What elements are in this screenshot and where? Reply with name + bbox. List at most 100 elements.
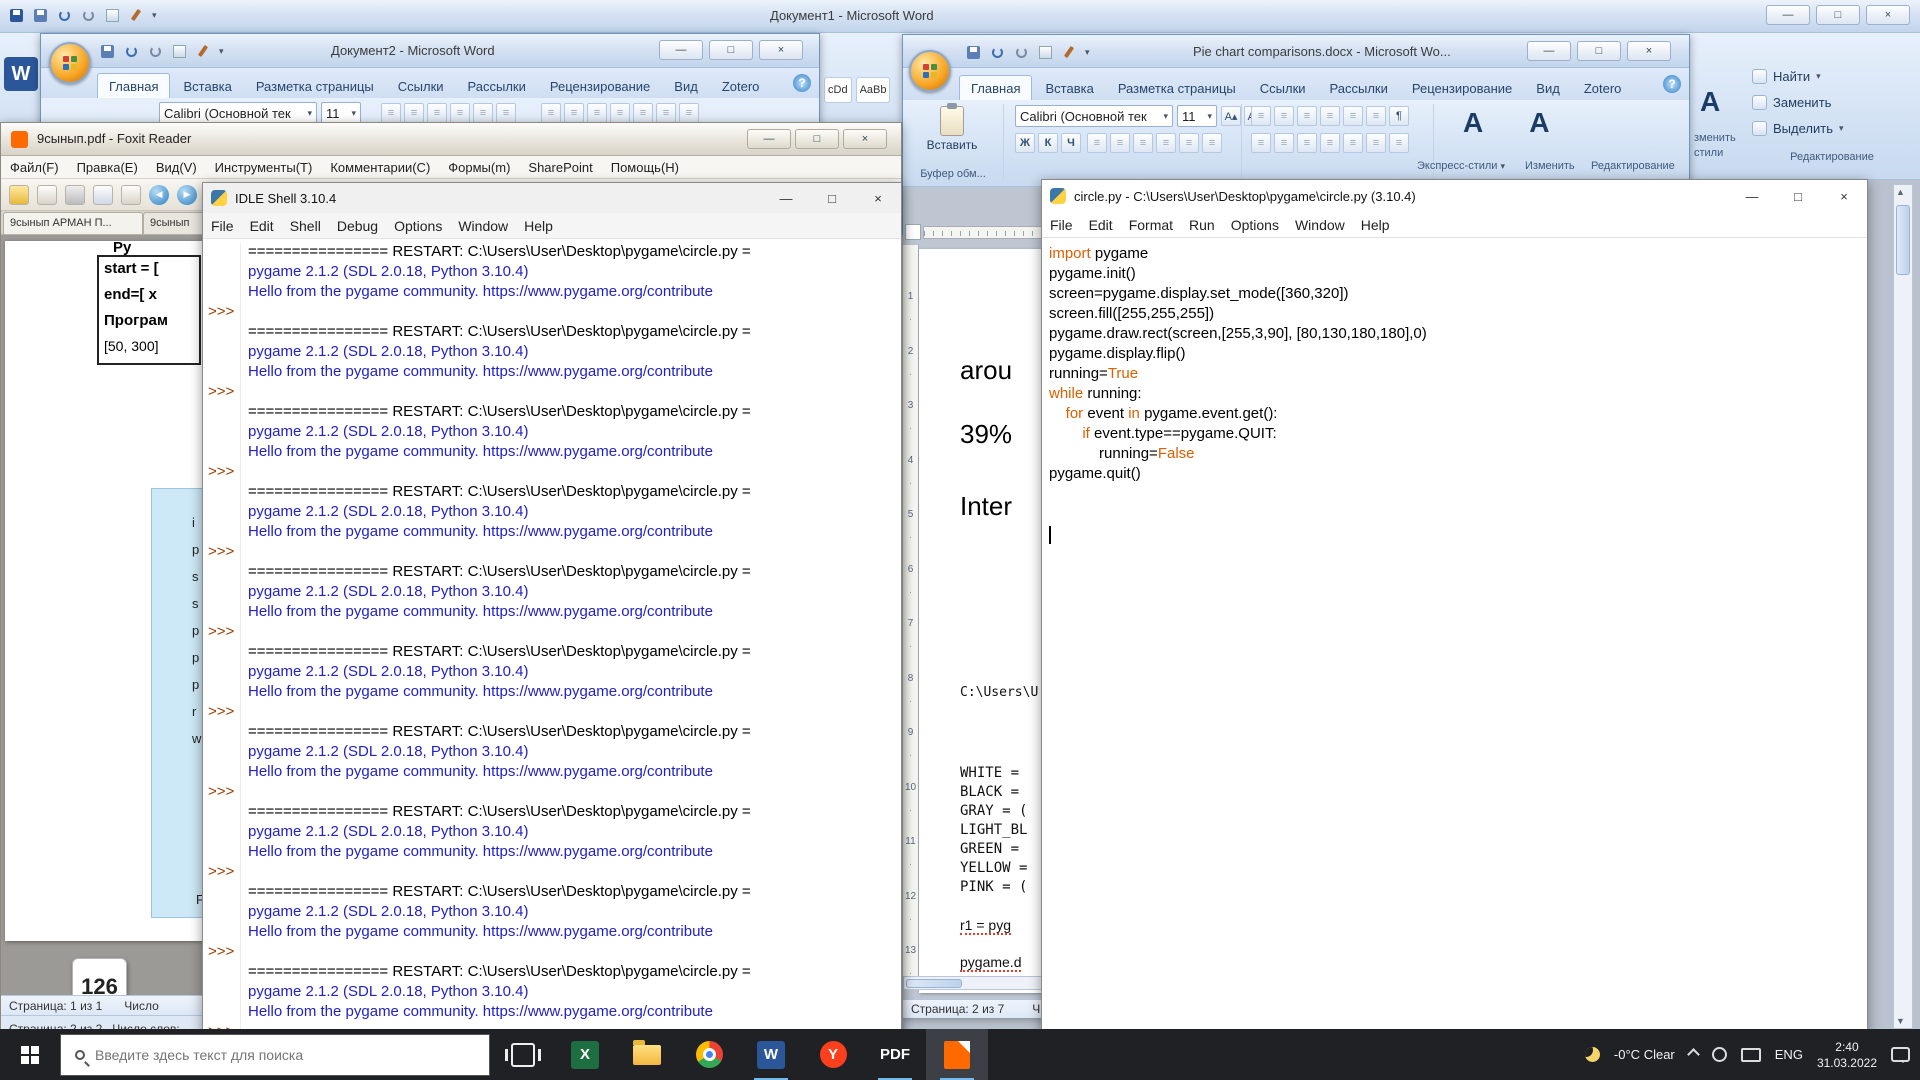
taskbar-task-view[interactable] <box>492 1029 554 1080</box>
menu-item[interactable]: Edit <box>1081 214 1121 236</box>
borders-icon[interactable] <box>679 103 699 123</box>
office-button[interactable] <box>49 42 91 84</box>
help-icon[interactable]: ? <box>793 74 811 92</box>
increase-indent-icon[interactable] <box>473 103 493 123</box>
quick-style-icon[interactable]: А <box>1463 108 1483 138</box>
decrease-indent-icon[interactable] <box>1320 106 1340 126</box>
change-styles-label-1[interactable]: зменить <box>1694 132 1736 144</box>
select-button[interactable]: Выделить▾ <box>1752 115 1912 141</box>
menu-item[interactable]: File <box>1042 214 1081 236</box>
menu-item[interactable]: Window <box>450 215 516 237</box>
borders-icon[interactable] <box>1389 133 1409 153</box>
menu-item[interactable]: Window <box>1287 214 1353 236</box>
font-name-select[interactable]: Calibri (Основной тек▾ <box>1015 105 1173 127</box>
ribbon-tab[interactable]: Рассылки <box>457 74 537 98</box>
table-icon[interactable] <box>104 7 120 23</box>
taskbar-search[interactable] <box>60 1034 490 1076</box>
menu-item[interactable]: Help <box>1353 214 1398 236</box>
document-tab[interactable]: 9сынып <box>143 212 205 234</box>
justify-icon[interactable] <box>610 103 630 123</box>
taskbar-word[interactable]: W <box>740 1029 802 1080</box>
redo-icon[interactable] <box>147 43 163 59</box>
qat-dropdown-icon[interactable]: ▾ <box>219 46 224 57</box>
line-spacing-icon[interactable] <box>1343 133 1363 153</box>
ribbon-tab[interactable]: Разметка страницы <box>1107 76 1247 100</box>
menu-item[interactable]: Format <box>1121 214 1181 236</box>
table-icon[interactable] <box>1037 44 1053 60</box>
menu-item[interactable]: SharePoint <box>519 157 601 178</box>
doc1-vertical-scrollbar[interactable]: ▲ ▼ <box>1893 184 1913 1029</box>
align-right-icon[interactable] <box>1297 133 1317 153</box>
numbering-icon[interactable] <box>1274 106 1294 126</box>
align-left-icon[interactable] <box>541 103 561 123</box>
ribbon-tab[interactable]: Вставка <box>1034 76 1104 100</box>
weather-widget[interactable]: -0°C Clear <box>1614 1047 1675 1062</box>
shell-minimize-button[interactable]: — <box>763 183 809 213</box>
superscript-icon[interactable] <box>1133 133 1153 153</box>
help-icon[interactable]: ? <box>1663 75 1681 93</box>
ribbon-tab[interactable]: Рассылки <box>1319 76 1399 100</box>
doc1-maximize-button[interactable]: □ <box>1816 5 1860 25</box>
next-page-icon[interactable]: ▶ <box>177 185 197 205</box>
save-icon[interactable] <box>965 44 981 60</box>
save-icon[interactable] <box>37 185 57 205</box>
ribbon-tab[interactable]: Главная <box>959 75 1032 100</box>
font-style-button[interactable]: Ч <box>1061 133 1081 153</box>
hand-tool-icon[interactable] <box>121 185 141 205</box>
word-count-label[interactable]: Число <box>124 999 159 1013</box>
taskbar-yandex[interactable]: Y <box>802 1029 864 1080</box>
shell-titlebar[interactable]: IDLE Shell 3.10.4 — □ × <box>203 183 901 213</box>
taskbar-foxit-reader[interactable] <box>926 1029 988 1080</box>
font-style-button[interactable]: Ж <box>1015 133 1035 153</box>
office-button[interactable] <box>909 50 951 92</box>
quick-style-icon[interactable]: А <box>1529 108 1549 138</box>
align-left-icon[interactable] <box>1251 133 1271 153</box>
table-icon[interactable] <box>171 43 187 59</box>
language-indicator[interactable]: ENG <box>1775 1047 1803 1062</box>
foxit-close-button[interactable]: × <box>843 129 887 149</box>
editing-group-label[interactable]: Редактирование <box>1752 151 1912 163</box>
document-tab[interactable]: 9сынып АРМАН П... <box>3 212 143 234</box>
taskbar-excel[interactable]: X <box>554 1029 616 1080</box>
doc2-minimize-button[interactable]: — <box>659 40 703 60</box>
strikethrough-icon[interactable] <box>1087 133 1107 153</box>
align-right-icon[interactable] <box>587 103 607 123</box>
menu-item[interactable]: Run <box>1181 214 1223 236</box>
undo-icon[interactable] <box>56 7 72 23</box>
change-styles-label[interactable]: Изменить <box>1525 160 1575 172</box>
style-gallery-item[interactable]: cDd <box>824 77 852 103</box>
search-input[interactable] <box>95 1047 455 1063</box>
find-button[interactable]: Найти▾ <box>1752 63 1912 89</box>
foxit-minimize-button[interactable]: — <box>747 129 791 149</box>
pie-maximize-button[interactable]: □ <box>1577 41 1621 61</box>
menu-item[interactable]: Вид(V) <box>147 157 206 178</box>
menu-item[interactable]: Правка(E) <box>68 157 147 178</box>
grow-font-icon[interactable]: A▴ <box>1221 106 1241 126</box>
qat-dropdown-icon[interactable]: ▾ <box>1085 47 1090 58</box>
open-icon[interactable] <box>9 185 29 205</box>
menu-item[interactable]: Options <box>1223 214 1287 236</box>
change-case-icon[interactable] <box>1156 133 1176 153</box>
undo-icon[interactable] <box>123 43 139 59</box>
font-name-select[interactable]: Calibri (Основной тек▾ <box>159 102 317 124</box>
tab-selector[interactable] <box>905 224 921 240</box>
scrollbar-thumb[interactable] <box>1896 205 1910 275</box>
page-indicator[interactable]: Страница: 1 из 1 <box>9 999 102 1013</box>
start-button[interactable] <box>0 1029 60 1080</box>
ribbon-tab[interactable]: Рецензирование <box>539 74 661 98</box>
format-brush-icon[interactable] <box>128 7 144 23</box>
increase-indent-icon[interactable] <box>1343 106 1363 126</box>
doc2-titlebar[interactable]: ▾ Документ2 - Microsoft Word — □ × <box>41 34 819 68</box>
bullets-icon[interactable] <box>381 103 401 123</box>
quick-styles-label[interactable]: Экспресс-стили ▾ <box>1417 160 1505 172</box>
font-size-select[interactable]: 11▾ <box>1177 105 1217 127</box>
menu-item[interactable]: Формы(m) <box>439 157 519 178</box>
ribbon-tab[interactable]: Главная <box>97 73 170 98</box>
tray-expand-icon[interactable] <box>1687 1048 1700 1061</box>
ribbon-tab[interactable]: Разметка страницы <box>245 74 385 98</box>
save-icon[interactable] <box>32 7 48 23</box>
sort-icon[interactable] <box>496 103 516 123</box>
qat-dropdown-icon[interactable]: ▾ <box>152 10 157 21</box>
email-icon[interactable] <box>93 185 113 205</box>
font-color-icon[interactable] <box>1202 133 1222 153</box>
